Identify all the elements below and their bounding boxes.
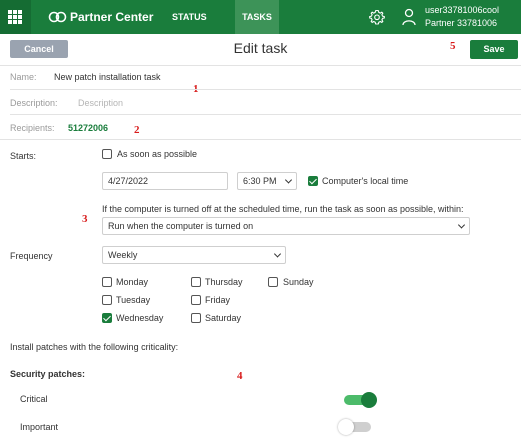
offline-select-value: Run when the computer is turned on [108,221,254,231]
divider [10,89,521,90]
frequency-value: Weekly [108,250,138,260]
save-button[interactable]: Save [470,40,518,59]
thursday-label: Thursday [205,277,243,287]
chevron-down-icon [284,176,293,184]
important-toggle[interactable] [338,419,371,435]
divider [10,114,521,115]
app-launcher-button[interactable] [0,0,31,34]
time-value: 6:30 PM [243,176,277,186]
gear-icon[interactable] [369,9,385,25]
divider [0,65,521,66]
important-label: Important [20,422,59,432]
toggle-knob [361,392,377,408]
nav-tasks[interactable]: TASKS [235,0,279,34]
date-value: 4/27/2022 [108,176,149,186]
critical-label: Critical [20,394,48,404]
name-label: Name: [10,72,37,82]
sunday-checkbox[interactable] [268,277,278,287]
security-heading: Security patches: [10,369,86,379]
chevron-down-icon [457,221,466,229]
top-bar: Partner Center STATUS TASKS user33781006… [0,0,521,34]
nav-status[interactable]: STATUS [172,12,207,22]
tuesday-label: Tuesday [116,295,151,305]
saturday-label: Saturday [205,313,242,323]
tuesday-checkbox[interactable] [102,295,112,305]
brand-name[interactable]: Partner Center [70,10,153,24]
description-label: Description: [10,98,58,108]
asap-checkbox[interactable] [102,149,112,159]
user-name[interactable]: user33781006cool [425,5,499,15]
cancel-button[interactable]: Cancel [10,40,68,58]
starts-label: Starts: [10,151,37,161]
annotation-2: 2 [134,124,140,136]
saturday-checkbox[interactable] [191,313,201,323]
wednesday-checkbox[interactable] [102,313,112,323]
recipients-label: Recipients: [10,123,55,133]
monday-label: Monday [116,277,149,287]
wednesday-label: Wednesday [116,313,164,323]
partner-center-logo [48,11,67,23]
frequency-label: Frequency [10,251,53,261]
description-field[interactable]: Description [78,98,123,108]
sunday-label: Sunday [283,277,314,287]
offline-note: If the computer is turned off at the sch… [102,204,464,214]
friday-checkbox[interactable] [191,295,201,305]
monday-checkbox[interactable] [102,277,112,287]
recipients-link[interactable]: 51272006 [68,123,108,133]
time-select[interactable]: 6:30 PM [237,172,297,190]
annotation-3: 3 [82,213,88,225]
critical-toggle[interactable] [344,392,377,408]
local-time-label: Computer's local time [322,176,409,186]
waffle-menu-icon [8,10,22,24]
chevron-down-icon [273,250,282,258]
thursday-checkbox[interactable] [191,277,201,287]
friday-label: Friday [205,295,231,305]
name-field[interactable]: New patch installation task [54,72,161,82]
date-input[interactable]: 4/27/2022 [102,172,228,190]
annotation-4: 4 [237,370,243,382]
frequency-select[interactable]: Weekly [102,246,286,264]
page-title: Edit task [233,40,288,56]
local-time-checkbox[interactable] [308,176,318,186]
user-icon[interactable] [402,8,416,26]
offline-select[interactable]: Run when the computer is turned on [102,217,470,235]
user-partner: Partner 33781006 [425,18,498,28]
divider [0,139,521,140]
toggle-knob [338,419,354,435]
annotation-5: 5 [450,40,456,52]
install-note: Install patches with the following criti… [10,342,179,352]
asap-label: As soon as possible [117,149,198,159]
